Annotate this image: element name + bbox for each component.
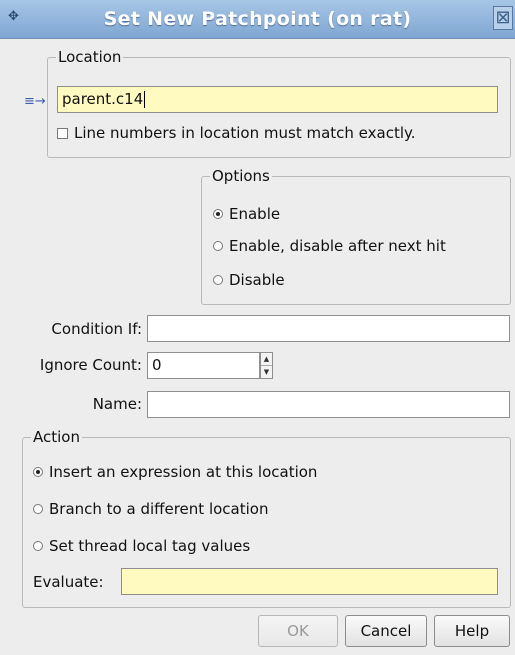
cancel-button[interactable]: Cancel	[345, 615, 427, 647]
action-branch-label: Branch to a different location	[49, 500, 269, 518]
option-disable-radio[interactable]: Disable	[213, 271, 285, 289]
condition-input[interactable]	[147, 315, 510, 342]
arrow-right-icon: ≡→	[24, 94, 46, 109]
ok-button[interactable]: OK	[258, 615, 338, 647]
name-label: Name:	[92, 395, 142, 413]
help-button[interactable]: Help	[434, 615, 510, 647]
checkbox-box[interactable]	[57, 127, 68, 139]
evaluate-label: Evaluate:	[33, 573, 104, 591]
name-input[interactable]	[147, 391, 510, 418]
location-legend: Location	[58, 48, 122, 66]
options-legend: Options	[212, 167, 270, 185]
stepper-down-icon[interactable]: ▼	[261, 366, 272, 378]
location-value: parent.c14	[62, 90, 144, 108]
radio-dot[interactable]	[33, 504, 43, 514]
radio-dot[interactable]	[33, 541, 43, 551]
action-branch-radio[interactable]: Branch to a different location	[33, 500, 268, 518]
option-enable-radio[interactable]: Enable	[213, 205, 280, 223]
action-insert-expression-radio[interactable]: Insert an expression at this location	[33, 463, 317, 481]
ignore-count-input[interactable]: 0	[147, 352, 260, 379]
text-caret	[144, 91, 146, 108]
action-legend: Action	[33, 428, 80, 446]
evaluate-input[interactable]	[121, 568, 498, 595]
action-insert-label: Insert an expression at this location	[49, 463, 318, 481]
action-thread-tag-radio[interactable]: Set thread local tag values	[33, 537, 250, 555]
option-enable-disable-label: Enable, disable after next hit	[229, 237, 446, 255]
radio-dot-selected[interactable]	[213, 209, 223, 219]
option-enable-label: Enable	[229, 205, 281, 223]
exact-match-checkbox[interactable]: Line numbers in location must match exac…	[57, 124, 416, 142]
condition-label: Condition If:	[51, 320, 142, 338]
ignore-count-stepper[interactable]: ▲ ▼	[260, 352, 273, 379]
radio-dot[interactable]	[213, 241, 223, 251]
title-bar: ✥ Set New Patchpoint (on rat) ⊠	[0, 0, 515, 39]
radio-dot[interactable]	[213, 275, 223, 285]
exact-match-label: Line numbers in location must match exac…	[74, 124, 416, 142]
location-input[interactable]: parent.c14	[57, 86, 498, 113]
ignore-count-value: 0	[152, 356, 162, 374]
option-disable-label: Disable	[229, 271, 285, 289]
ignore-count-label: Ignore Count:	[39, 356, 142, 374]
radio-dot-selected[interactable]	[33, 467, 43, 477]
action-thread-tag-label: Set thread local tag values	[49, 537, 251, 555]
stepper-up-icon[interactable]: ▲	[261, 353, 272, 366]
option-enable-disable-after-hit-radio[interactable]: Enable, disable after next hit	[213, 237, 446, 255]
window-title: Set New Patchpoint (on rat)	[103, 8, 412, 30]
close-icon[interactable]: ⊠	[493, 6, 513, 30]
